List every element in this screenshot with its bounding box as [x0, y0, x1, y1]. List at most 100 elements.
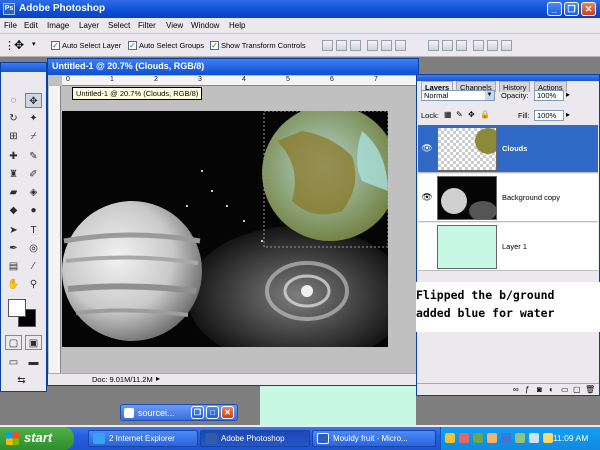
new-layer-icon[interactable]: ▢: [573, 385, 581, 394]
lock-pixels-icon[interactable]: ✎: [456, 110, 463, 119]
show-transform-controls-checkbox[interactable]: ✓: [210, 41, 219, 50]
hand-tool-icon[interactable]: ✋: [5, 277, 22, 292]
paint-bucket-tool-icon[interactable]: ◈: [25, 185, 42, 200]
chevron-down-icon[interactable]: ▼: [485, 91, 494, 100]
screen-mode-standard-icon[interactable]: ▭: [5, 355, 22, 370]
quick-mask-mode-icon[interactable]: ▣: [25, 335, 42, 350]
close-button[interactable]: ✕: [581, 2, 596, 16]
adjustment-layer-icon[interactable]: ◐: [549, 385, 554, 394]
pen-tool-icon[interactable]: ✒: [5, 241, 22, 256]
menu-view[interactable]: View: [166, 21, 183, 30]
blend-mode-select[interactable]: Normal ▼: [421, 90, 495, 101]
layer-mask-icon[interactable]: ◙: [537, 385, 542, 394]
menu-select[interactable]: Select: [108, 21, 130, 30]
image-canvas[interactable]: [62, 111, 388, 347]
fill-field[interactable]: 100%: [534, 110, 564, 121]
move-tool-icon[interactable]: ✥: [25, 93, 42, 108]
eraser-tool-icon[interactable]: ▰: [5, 185, 22, 200]
maximize-button[interactable]: □: [206, 406, 219, 419]
minimized-window[interactable]: sourcei... ❐ □ ✕: [120, 404, 238, 421]
align-hcenter-icon[interactable]: [381, 40, 392, 51]
document-title-bar[interactable]: Untitled-1 @ 20.7% (Clouds, RGB/8): [48, 59, 418, 75]
network-icon[interactable]: [501, 433, 511, 443]
toolbox-header[interactable]: [1, 63, 46, 72]
layer-style-icon[interactable]: ƒ: [525, 385, 529, 394]
tray-app-icon[interactable]: [487, 433, 497, 443]
taskbar-item-photoshop[interactable]: Adobe Photoshop: [200, 430, 310, 447]
lock-position-icon[interactable]: ✥: [468, 110, 475, 119]
distribute-bottom-icon[interactable]: [456, 40, 467, 51]
menu-file[interactable]: File: [4, 21, 17, 30]
distribute-hcenter-icon[interactable]: [487, 40, 498, 51]
menu-help[interactable]: Help: [229, 21, 245, 30]
screen-mode-full-icon[interactable]: ▬: [25, 355, 42, 370]
eye-icon[interactable]: 👁: [421, 192, 433, 204]
path-selection-tool-icon[interactable]: ➤: [5, 223, 22, 238]
auto-select-layer-checkbox[interactable]: ✓: [51, 41, 60, 50]
dodge-tool-icon[interactable]: ●: [25, 203, 42, 218]
visibility-toggle[interactable]: [421, 241, 433, 253]
clone-stamp-tool-icon[interactable]: ♜: [5, 167, 22, 182]
tool-preset-dropdown-icon[interactable]: ▾: [32, 40, 36, 48]
distribute-vcenter-icon[interactable]: [442, 40, 453, 51]
start-button[interactable]: start: [0, 427, 74, 450]
notes-tool-icon[interactable]: ▤: [5, 259, 22, 274]
tray-app-icon[interactable]: [473, 433, 483, 443]
distribute-left-icon[interactable]: [473, 40, 484, 51]
layer-row-clouds[interactable]: 👁 Clouds: [418, 125, 598, 173]
trash-icon[interactable]: 🗑: [585, 385, 595, 394]
menu-window[interactable]: Window: [191, 21, 219, 30]
layer-row-background-copy[interactable]: 👁 Background copy: [418, 174, 598, 222]
healing-brush-tool-icon[interactable]: ✚: [5, 149, 22, 164]
fill-arrow-icon[interactable]: ▸: [566, 110, 570, 119]
menu-layer[interactable]: Layer: [79, 21, 99, 30]
zoom-tool-icon[interactable]: ⚲: [25, 277, 42, 292]
align-bottom-icon[interactable]: [350, 40, 361, 51]
distribute-top-icon[interactable]: [428, 40, 439, 51]
layer-row-layer-1[interactable]: Layer 1: [418, 223, 598, 271]
marquee-tool-icon[interactable]: ◌: [5, 93, 22, 108]
restore-button[interactable]: ❐: [191, 406, 204, 419]
taskbar-item-internet-explorer[interactable]: 2 Internet Explorer: [88, 430, 198, 447]
shape-tool-icon[interactable]: ◎: [25, 241, 42, 256]
close-button[interactable]: ✕: [221, 406, 234, 419]
standard-mode-icon[interactable]: ▢: [5, 335, 22, 350]
history-brush-tool-icon[interactable]: ✐: [25, 167, 42, 182]
distribute-right-icon[interactable]: [501, 40, 512, 51]
magic-wand-tool-icon[interactable]: ✦: [25, 111, 42, 126]
volume-icon[interactable]: [529, 433, 539, 443]
new-group-icon[interactable]: ▭: [561, 385, 569, 394]
align-top-icon[interactable]: [322, 40, 333, 51]
status-menu-arrow-icon[interactable]: ▸: [156, 374, 160, 383]
tray-app-icon[interactable]: [459, 433, 469, 443]
brush-tool-icon[interactable]: ✎: [25, 149, 42, 164]
opacity-field[interactable]: 100%: [534, 90, 564, 101]
foreground-color-swatch[interactable]: [8, 299, 26, 317]
type-tool-icon[interactable]: T: [25, 223, 42, 238]
move-tool-icon[interactable]: ✥: [14, 38, 24, 52]
menu-filter[interactable]: Filter: [138, 21, 156, 30]
crop-tool-icon[interactable]: ⊞: [5, 129, 22, 144]
taskbar-item-word[interactable]: Mouldy fruit - Micro...: [312, 430, 436, 447]
tray-app-icon[interactable]: [515, 433, 525, 443]
eyedropper-tool-icon[interactable]: ⁄: [25, 259, 42, 274]
menu-edit[interactable]: Edit: [24, 21, 38, 30]
link-layers-icon[interactable]: ∞: [513, 385, 519, 394]
auto-select-groups-checkbox[interactable]: ✓: [128, 41, 137, 50]
lasso-tool-icon[interactable]: ↻: [5, 111, 22, 126]
eye-icon[interactable]: 👁: [421, 143, 433, 155]
blur-tool-icon[interactable]: ◆: [5, 203, 22, 218]
opacity-arrow-icon[interactable]: ▸: [566, 90, 570, 99]
minimize-button[interactable]: _: [547, 2, 562, 16]
tray-app-icon[interactable]: [543, 433, 553, 443]
align-right-icon[interactable]: [395, 40, 406, 51]
align-vcenter-icon[interactable]: [336, 40, 347, 51]
align-left-icon[interactable]: [367, 40, 378, 51]
slice-tool-icon[interactable]: ⌿: [25, 129, 42, 144]
maximize-button[interactable]: ❐: [564, 2, 579, 16]
lock-all-icon[interactable]: 🔒: [480, 110, 490, 119]
jump-to-imageready-icon[interactable]: ⇆: [13, 373, 30, 388]
lock-transparency-icon[interactable]: ▦: [444, 110, 452, 119]
tray-app-icon[interactable]: [445, 433, 455, 443]
menu-image[interactable]: Image: [47, 21, 69, 30]
